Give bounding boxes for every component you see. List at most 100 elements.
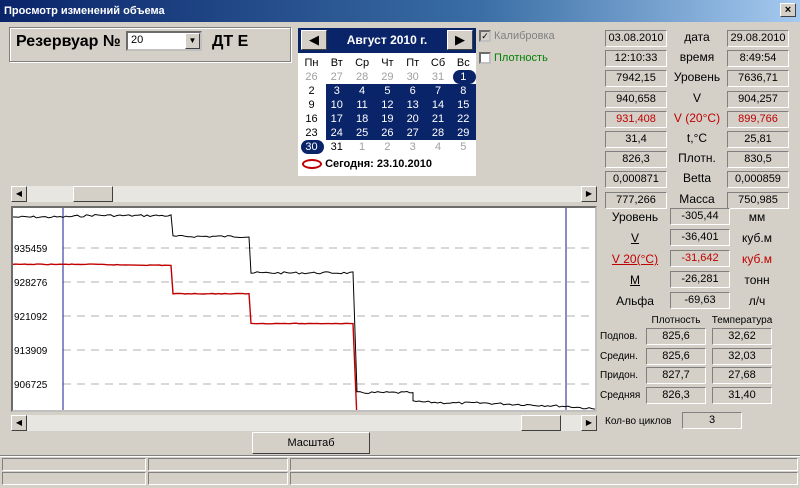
scroll-right-icon[interactable]: ▶ (581, 415, 597, 431)
calendar-day[interactable]: 27 (400, 126, 425, 140)
layer-label: Средин. (600, 350, 638, 362)
bottom-scrollbar[interactable]: ◀ ▶ (11, 415, 597, 431)
scroll-left-icon[interactable]: ◀ (11, 186, 27, 202)
scroll-thumb[interactable] (521, 415, 561, 431)
calendar-day[interactable]: 18 (350, 112, 375, 126)
layer-temperature: 31,40 (712, 386, 772, 404)
calendar-day[interactable]: 5 (451, 140, 476, 154)
calendar-day[interactable]: 5 (375, 84, 400, 98)
layer-density: 825,6 (646, 347, 706, 365)
prev-month-button[interactable]: ◀ (301, 30, 327, 50)
diff-label: V 20(°C) (611, 252, 659, 266)
calendar-day[interactable]: 31 (426, 70, 451, 84)
weekday-label: Вс (456, 57, 470, 69)
calendar-day[interactable]: 14 (426, 98, 451, 112)
tank-select[interactable]: 20 ▼ (126, 31, 202, 51)
diff-value: -31,642 (670, 250, 730, 267)
cycles-value: 3 (682, 412, 742, 429)
calendar-day[interactable]: 19 (375, 112, 400, 126)
y-tick-label: 913909 (14, 346, 48, 357)
calendar-day[interactable]: 24 (324, 126, 349, 140)
calendar-header: ◀ Август 2010 г. ▶ (298, 28, 476, 53)
weekday-label: Сб (430, 57, 446, 69)
calendar-day[interactable]: 21 (426, 112, 451, 126)
start-value: 940,658 (605, 90, 667, 108)
diff-value: -305,44 (670, 208, 730, 225)
calendar-week-row: 9 10 11 12 13 14 15 (298, 98, 477, 112)
calendar-day[interactable]: 7 (426, 84, 451, 98)
calendar-day[interactable]: 30 (299, 140, 324, 154)
calendar-day[interactable]: 11 (350, 98, 375, 112)
calendar-today[interactable]: Сегодня: 23.10.2010 (302, 158, 432, 170)
calendar-day[interactable]: 27 (324, 70, 349, 84)
calendar-day[interactable]: 2 (299, 84, 324, 98)
calendar-day[interactable]: 13 (400, 98, 425, 112)
top-scrollbar[interactable]: ◀ ▶ (11, 186, 597, 202)
y-tick-label: 928276 (14, 278, 48, 289)
scroll-thumb[interactable] (73, 186, 113, 202)
calendar-day[interactable]: 4 (350, 84, 375, 98)
start-value: 12:10:33 (605, 50, 667, 68)
calendar-day[interactable]: 20 (400, 112, 425, 126)
calendar-day[interactable]: 17 (324, 112, 349, 126)
calendar-day[interactable]: 28 (350, 70, 375, 84)
calendar-day[interactable]: 29 (375, 70, 400, 84)
close-button[interactable]: × (780, 3, 796, 17)
calibration-checkbox[interactable]: ✓ (479, 30, 491, 42)
calendar-day[interactable]: 23 (299, 126, 324, 140)
calendar-day[interactable]: 16 (299, 112, 324, 126)
compare-label: V (20°C) (673, 110, 721, 125)
scale-button[interactable]: Масштаб (252, 432, 370, 454)
calendar-day[interactable]: 1 (451, 70, 476, 84)
density-checkbox[interactable] (479, 52, 491, 64)
calendar-day[interactable]: 26 (375, 126, 400, 140)
compare-label: Betta (682, 171, 712, 186)
calendar-day[interactable]: 15 (451, 98, 476, 112)
cycles-label: Кол-во циклов (605, 416, 672, 427)
calendar-day[interactable]: 28 (426, 126, 451, 140)
calendar-day[interactable]: 31 (324, 140, 349, 154)
calendar-week-row: 2345678 (298, 84, 477, 98)
weekday-label: Чт (381, 57, 394, 69)
calendar-day[interactable]: 3 (400, 140, 425, 154)
diff-label: Уровень (611, 210, 659, 224)
calendar-day[interactable]: 3 (324, 84, 349, 98)
density-column-header: Плотность (651, 315, 701, 326)
temperature-column-header: Температура (711, 315, 773, 326)
diff-unit: куб.м (742, 252, 772, 266)
calendar-month[interactable]: Август 2010 г. (328, 28, 446, 53)
tank-number: 20 (131, 34, 144, 46)
calendar-day[interactable]: 4 (426, 140, 451, 154)
next-month-button[interactable]: ▶ (447, 30, 473, 50)
layer-temperature: 32,03 (712, 347, 772, 365)
chevron-down-icon[interactable]: ▼ (185, 33, 200, 49)
calendar-day[interactable]: 26 (299, 70, 324, 84)
calendar-day[interactable]: 22 (451, 112, 476, 126)
layer-density: 826,3 (646, 386, 706, 404)
layer-temperature: 32,62 (712, 328, 772, 345)
calendar-day[interactable]: 9 (299, 98, 324, 112)
tank-label: Резервуар № (16, 33, 121, 50)
scroll-left-icon[interactable]: ◀ (11, 415, 27, 431)
y-tick-label: 906725 (14, 380, 48, 391)
end-value: 29.08.2010 (727, 30, 789, 47)
calendar-day[interactable]: 30 (400, 70, 425, 84)
diff-value: -69,63 (670, 292, 730, 309)
calendar-day[interactable]: 10 (324, 98, 349, 112)
scroll-right-icon[interactable]: ▶ (581, 186, 597, 202)
diff-unit: мм (748, 210, 766, 224)
calendar-day[interactable]: 12 (375, 98, 400, 112)
calendar-day[interactable]: 8 (451, 84, 476, 98)
calendar-day[interactable]: 29 (451, 126, 476, 140)
calendar-day[interactable]: 25 (350, 126, 375, 140)
calendar-day[interactable]: 1 (350, 140, 375, 154)
calendar-weekdays: Пн Вт Ср Чт Пт Сб Вс (298, 56, 476, 70)
start-value: 826,3 (605, 151, 667, 169)
end-value: 8:49:54 (727, 50, 789, 68)
diff-value: -26,281 (670, 271, 730, 288)
end-value: 830,5 (727, 151, 789, 169)
calendar-day[interactable]: 2 (375, 140, 400, 154)
calendar-day[interactable]: 6 (400, 84, 425, 98)
density-label: Плотность (494, 52, 548, 64)
weekday-label: Пт (406, 57, 420, 69)
